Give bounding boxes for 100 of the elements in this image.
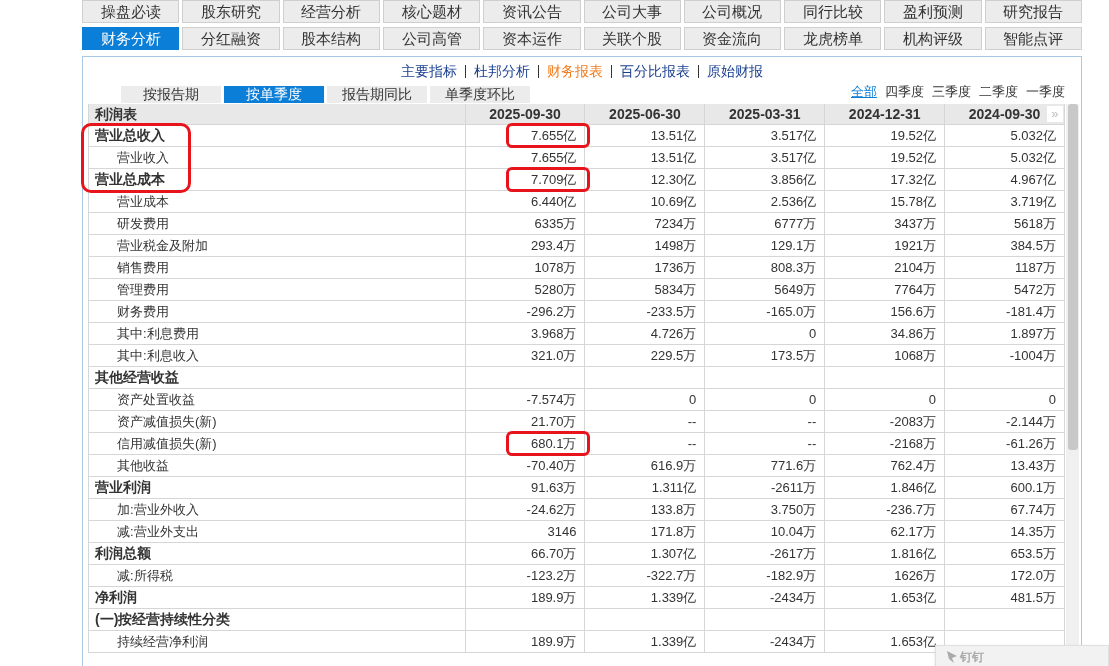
column-header: 2025-09-30 (489, 104, 561, 124)
value-cell: 189.9万 (530, 590, 577, 605)
value-cell: 156.6万 (890, 304, 937, 319)
nav-tab[interactable]: 研究报告 (984, 0, 1082, 23)
value-cell: 771.6万 (770, 458, 817, 473)
value-cell: 3146 (547, 524, 577, 539)
value-cell: -123.2万 (526, 568, 577, 583)
row-label: 销售费用 (116, 260, 169, 275)
value-cell: 808.3万 (770, 260, 817, 275)
column-header: 2025-06-30 (609, 104, 681, 124)
value-cell: 62.17万 (890, 524, 937, 539)
nav-tab[interactable]: 龙虎榜单 (784, 27, 882, 50)
value-cell: -296.2万 (526, 304, 577, 319)
quarter-filter[interactable]: 全部 (851, 85, 877, 99)
value-cell: 1.897万 (1010, 326, 1056, 341)
nav-tab[interactable]: 核心题材 (382, 0, 481, 23)
value-cell: 3.856亿 (770, 172, 817, 187)
nav-tab[interactable]: 资讯公告 (483, 0, 581, 23)
row-label: 其中:利息收入 (116, 348, 199, 363)
nav-tab[interactable]: 操盘必读 (82, 0, 180, 23)
quarter-filter[interactable]: 三季度 (932, 85, 971, 99)
value-cell: 653.5万 (1010, 546, 1056, 561)
row-label: 其他收益 (116, 458, 169, 473)
nav-tab[interactable]: 公司概况 (683, 0, 782, 23)
nav-tab[interactable]: 股本结构 (282, 27, 380, 50)
value-cell: 5280万 (534, 282, 577, 297)
value-cell: 1.846亿 (890, 480, 937, 495)
value-cell: 13.51亿 (650, 128, 697, 143)
value-cell: 171.8万 (650, 524, 697, 539)
value-cell: -236.7万 (886, 502, 937, 517)
value-cell: 13.51亿 (650, 150, 697, 165)
value-cell: 1078万 (534, 260, 577, 275)
value-cell: 5472万 (1014, 282, 1056, 297)
table-title: 利润表 (89, 104, 466, 124)
value-cell: 2.536亿 (770, 194, 817, 209)
quarter-filter[interactable]: 四季度 (885, 85, 924, 99)
nav-tab[interactable]: 资金流向 (683, 27, 782, 50)
row-label: 营业成本 (116, 194, 169, 209)
value-cell: 229.5万 (650, 348, 697, 363)
report-link[interactable]: 杜邦分析 (474, 60, 530, 82)
value-cell: 7.655亿 (530, 128, 577, 143)
value-cell: 10.04万 (770, 524, 817, 539)
value-cell: 0 (689, 392, 697, 407)
value-cell: 4.726万 (650, 326, 697, 341)
row-label: 资产减值损失(新) (116, 414, 217, 429)
nav-tab[interactable]: 股东研究 (182, 0, 280, 23)
nav-tab[interactable]: 智能点评 (984, 27, 1082, 50)
value-cell: 6335万 (534, 216, 577, 231)
value-cell: 7764万 (894, 282, 937, 297)
nav-tab[interactable]: 同行比较 (784, 0, 882, 23)
value-cell: 0 (809, 392, 817, 407)
nav-tab[interactable]: 机构评级 (884, 27, 982, 50)
nav-tab[interactable]: 分红融资 (182, 27, 280, 50)
quarter-filter[interactable]: 二季度 (979, 85, 1018, 99)
value-cell: -70.40万 (526, 458, 577, 473)
value-cell: -2434万 (769, 590, 817, 605)
value-cell: 762.4万 (890, 458, 937, 473)
row-label: 营业利润 (94, 479, 151, 495)
value-cell: -1004万 (1009, 348, 1056, 363)
period-tab[interactable]: 报告期同比 (327, 86, 427, 103)
nav-tab[interactable]: 公司高管 (382, 27, 481, 50)
row-label: 营业总成本 (94, 171, 165, 187)
value-cell: 34.86万 (890, 326, 937, 341)
value-cell: 173.5万 (770, 348, 817, 363)
report-link[interactable]: 原始财报 (707, 60, 763, 82)
value-cell: -2083万 (889, 414, 937, 429)
value-cell: -2.144万 (1006, 414, 1056, 429)
value-cell: 4.967亿 (1010, 172, 1056, 187)
row-label: 减:营业外支出 (116, 524, 199, 539)
value-cell: 1.311亿 (651, 480, 697, 495)
value-cell: 7.655亿 (530, 150, 577, 165)
value-cell: 189.9万 (530, 634, 577, 649)
nav-tab[interactable]: 财务分析 (82, 27, 180, 50)
value-cell: 7234万 (654, 216, 697, 231)
value-cell: 10.69亿 (650, 194, 697, 209)
nav-tab[interactable]: 公司大事 (583, 0, 681, 23)
value-cell: -- (687, 414, 697, 429)
period-tab[interactable]: 单季度环比 (430, 86, 530, 103)
nav-tab[interactable]: 关联个股 (583, 27, 681, 50)
value-cell: 0 (1048, 392, 1056, 407)
value-cell: 12.30亿 (650, 172, 697, 187)
report-link[interactable]: 主要指标 (401, 60, 457, 82)
period-tab[interactable]: 按报告期 (121, 86, 221, 103)
period-tab[interactable]: 按单季度 (224, 86, 324, 103)
value-cell: 5.032亿 (1010, 150, 1056, 165)
row-label: 减:所得税 (116, 568, 173, 583)
quarter-filter[interactable]: 一季度 (1026, 85, 1065, 99)
value-cell: 321.0万 (530, 348, 577, 363)
value-cell: 1498万 (654, 238, 697, 253)
value-cell: 3.968万 (530, 326, 577, 341)
nav-tab[interactable]: 盈利预测 (884, 0, 982, 23)
nav-tab[interactable]: 经营分析 (282, 0, 380, 23)
report-link[interactable]: 百分比报表 (620, 60, 690, 82)
value-cell: -2434万 (769, 634, 817, 649)
value-cell: 1626万 (894, 568, 937, 583)
value-cell: -2611万 (770, 480, 817, 495)
row-label: 信用减值损失(新) (116, 436, 217, 451)
nav-tab[interactable]: 资本运作 (483, 27, 581, 50)
value-cell: 1.653亿 (890, 590, 937, 605)
value-cell: 172.0万 (1010, 568, 1056, 583)
